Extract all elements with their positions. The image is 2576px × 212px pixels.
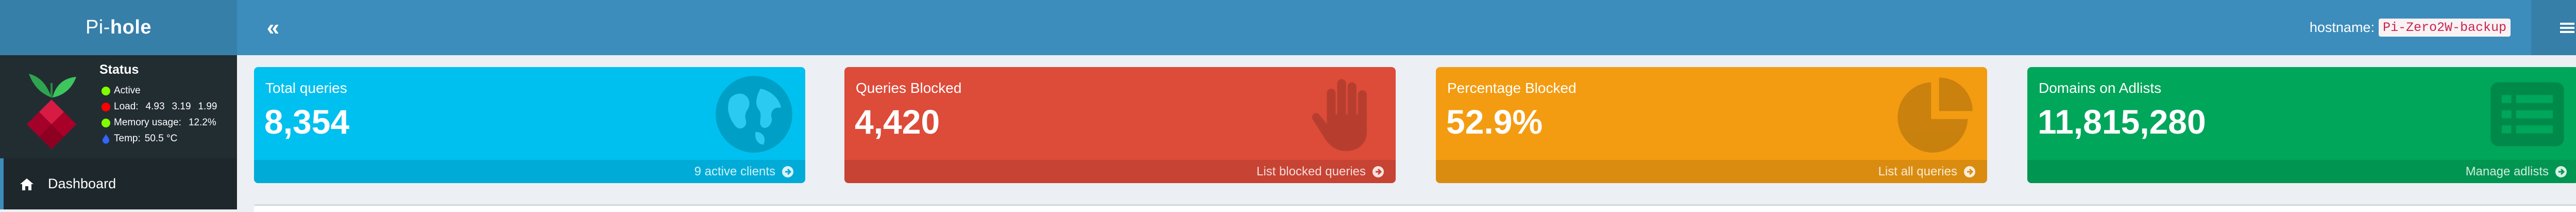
- footer-text: Manage adlists: [2465, 164, 2549, 178]
- temp-label: Temp:: [114, 133, 141, 144]
- list-blocked-queries-link[interactable]: List blocked queries: [844, 160, 1396, 183]
- percentage-blocked-box: Percentage Blocked 52.9% List all querie…: [1436, 67, 1987, 183]
- box-label: Domains on Adlists: [2039, 80, 2162, 96]
- double-chevron-left-icon: «: [266, 14, 280, 40]
- box-value: 8,354: [264, 103, 350, 141]
- box-label: Total queries: [265, 80, 347, 96]
- status-title: Status: [99, 62, 139, 77]
- queries-blocked-box: Queries Blocked 4,420 List blocked queri…: [844, 67, 1396, 183]
- memory-value: 12.2%: [188, 117, 216, 128]
- hostname-label: hostname:: [2309, 20, 2375, 35]
- list-alt-icon: [2490, 82, 2564, 146]
- content-panel: [254, 204, 2576, 212]
- footer-text: List all queries: [1878, 164, 1957, 178]
- manage-adlists-link[interactable]: Manage adlists: [2027, 160, 2576, 183]
- status-active-text: Active: [114, 85, 141, 96]
- list-all-queries-link[interactable]: List all queries: [1436, 160, 1987, 183]
- load-5: 3.19: [172, 101, 191, 112]
- box-label: Percentage Blocked: [1447, 80, 1577, 96]
- status-memory: Memory usage: 12.2%: [101, 117, 216, 128]
- status-panel: Status Active Load: 4.93 3.19 1.99 Memor…: [0, 55, 237, 158]
- domains-on-adlists-box: Domains on Adlists 11,815,280 Manage adl…: [2027, 67, 2576, 183]
- arrow-circle-right-icon: [1372, 166, 1384, 177]
- home-icon: [20, 178, 33, 190]
- menu-button[interactable]: [2531, 0, 2576, 55]
- box-value: 52.9%: [1446, 103, 1543, 141]
- sidebar-toggle-button[interactable]: «: [258, 0, 289, 55]
- top-navbar: « hostname: Pi-Zero2W-backup: [237, 0, 2576, 55]
- globe-icon: [716, 76, 792, 153]
- red-dot-icon: [101, 102, 110, 111]
- footer-text: 9 active clients: [694, 164, 775, 178]
- box-label: Queries Blocked: [856, 80, 962, 96]
- status-active: Active: [101, 85, 141, 96]
- pi-hole-logo-icon: [27, 74, 76, 149]
- footer-text: List blocked queries: [1256, 164, 1366, 178]
- view-clients-link[interactable]: 9 active clients: [254, 160, 805, 183]
- load-label: Load:: [114, 101, 139, 112]
- fire-icon: [103, 134, 109, 144]
- green-dot-icon: [101, 86, 110, 95]
- hamburger-icon: [2560, 21, 2574, 35]
- hostname-value: Pi-Zero2W-backup: [2378, 19, 2511, 37]
- sidebar-item-dashboard[interactable]: Dashboard: [0, 158, 237, 209]
- app-logo[interactable]: Pi-hole: [0, 0, 237, 55]
- hostname-display: hostname: Pi-Zero2W-backup: [2310, 0, 2511, 55]
- temp-value: 50.5 °C: [144, 133, 178, 144]
- sidebar-item-label: Dashboard: [48, 176, 116, 191]
- total-queries-box: Total queries 8,354 9 active clients: [254, 67, 805, 183]
- arrow-circle-right-icon: [1964, 166, 1975, 177]
- pie-chart-icon: [1897, 77, 1973, 153]
- load-1: 4.93: [145, 101, 165, 112]
- sidebar: Status Active Load: 4.93 3.19 1.99 Memor…: [0, 55, 237, 209]
- arrow-circle-right-icon: [782, 166, 793, 177]
- box-value: 4,420: [855, 103, 940, 141]
- arrow-circle-right-icon: [2555, 166, 2567, 177]
- load-15: 1.99: [198, 101, 217, 112]
- status-load: Load: 4.93 3.19 1.99: [101, 101, 217, 112]
- memory-label: Memory usage:: [114, 117, 181, 128]
- hand-icon: [1312, 79, 1367, 151]
- logo-text-light: Pi-: [85, 17, 110, 38]
- logo-text-bold: hole: [110, 17, 152, 38]
- box-value: 11,815,280: [2038, 103, 2206, 141]
- status-temp: Temp: 50.5 °C: [101, 133, 177, 144]
- green-dot-icon: [101, 118, 110, 127]
